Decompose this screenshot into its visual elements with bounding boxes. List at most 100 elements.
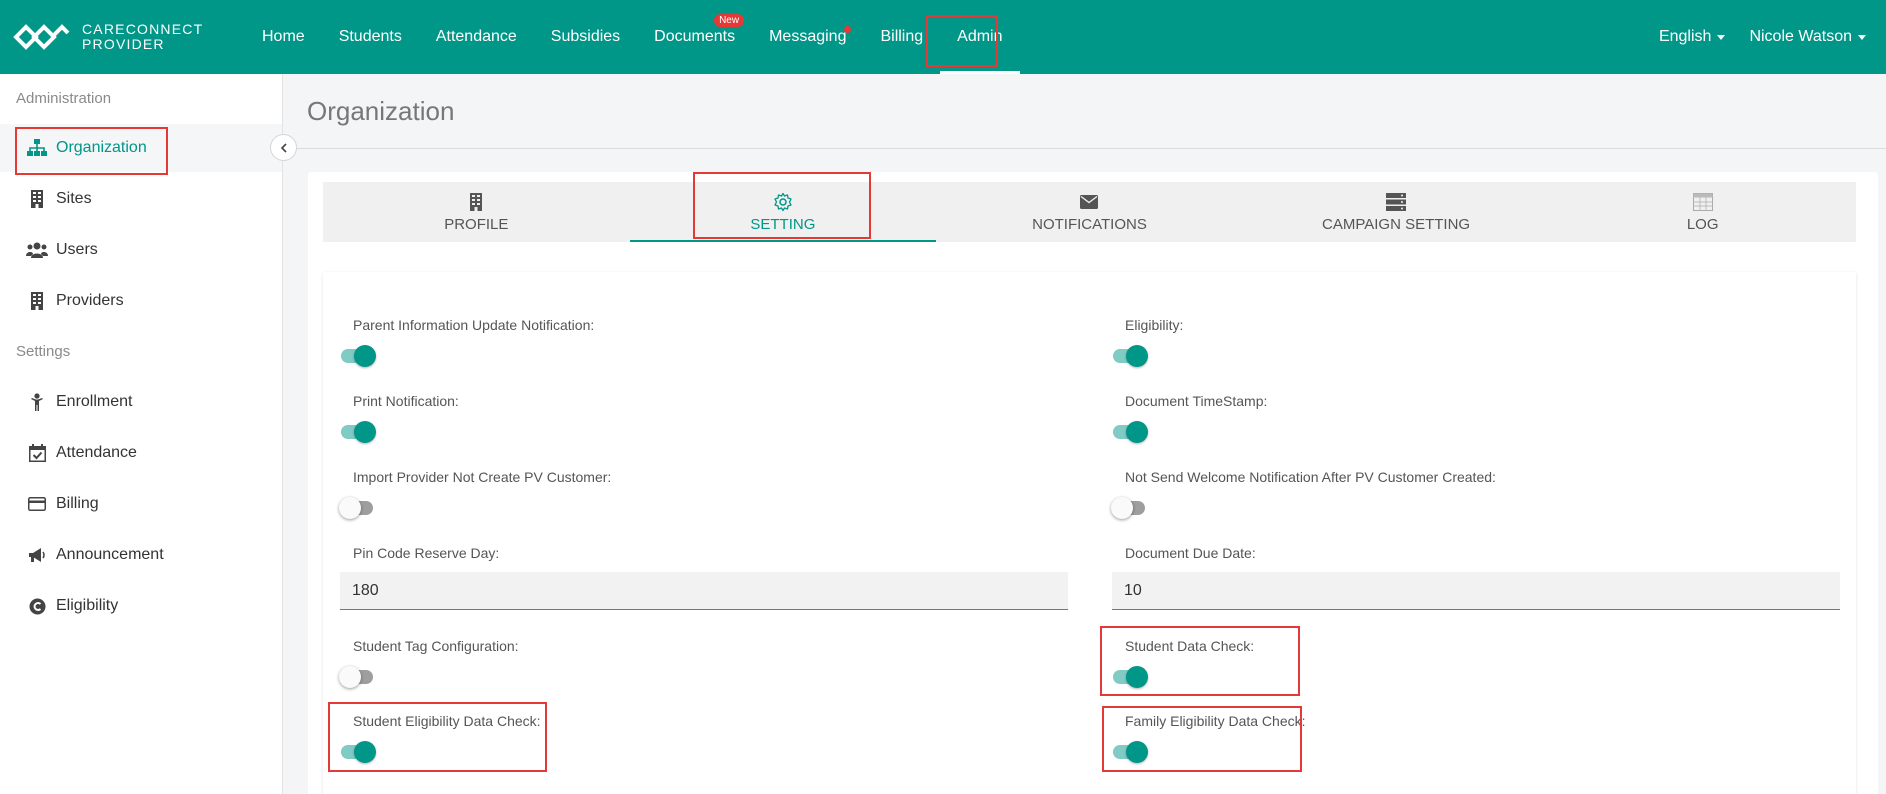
sidebar-item-label: Organization bbox=[56, 139, 147, 156]
family-eligibility-check-toggle[interactable] bbox=[1111, 739, 1151, 763]
sidebar-section-administration: Administration bbox=[16, 90, 112, 107]
toggle-knob bbox=[354, 741, 376, 763]
brand-line1: CARECONNECT bbox=[82, 21, 204, 37]
toggle-knob bbox=[1126, 345, 1148, 367]
nav-right: English Nicole Watson bbox=[1647, 0, 1878, 74]
settings-card bbox=[323, 272, 1856, 794]
document-timestamp-label: Document TimeStamp: bbox=[1125, 393, 1268, 409]
building-icon bbox=[26, 189, 48, 209]
parent-info-update-toggle[interactable] bbox=[339, 343, 379, 367]
toggle-knob bbox=[354, 345, 376, 367]
sidebar-item-eligibility[interactable]: Eligibility bbox=[0, 582, 282, 630]
nav-messaging[interactable]: Messaging bbox=[752, 0, 863, 74]
not-send-welcome-toggle[interactable] bbox=[1111, 495, 1151, 519]
family-eligibility-check-label: Family Eligibility Data Check: bbox=[1125, 713, 1306, 729]
tab-log[interactable]: LOG bbox=[1549, 182, 1856, 242]
sidebar-item-billing[interactable]: Billing bbox=[0, 480, 282, 528]
careconnect-logo-icon bbox=[13, 24, 70, 50]
org-tabs: PROFILE SETTING NOTIFICATIONS CAMPAIGN S… bbox=[323, 182, 1856, 242]
collapse-sidebar-button[interactable] bbox=[270, 134, 297, 161]
page-title: Organization bbox=[307, 96, 455, 126]
import-provider-label: Import Provider Not Create PV Customer: bbox=[353, 469, 612, 485]
caret-down-icon bbox=[1858, 34, 1866, 40]
copyright-icon bbox=[26, 596, 48, 616]
toggle-knob bbox=[1126, 666, 1148, 688]
users-icon bbox=[26, 240, 48, 260]
title-divider bbox=[296, 148, 1886, 149]
student-tag-config-label: Student Tag Configuration: bbox=[353, 638, 519, 654]
tab-notifications[interactable]: NOTIFICATIONS bbox=[936, 182, 1243, 242]
tab-label: PROFILE bbox=[444, 215, 509, 233]
user-name: Nicole Watson bbox=[1749, 28, 1852, 45]
document-due-date-input[interactable]: 10 bbox=[1112, 572, 1840, 610]
student-data-check-label: Student Data Check: bbox=[1125, 638, 1255, 654]
sidebar-item-announcement[interactable]: Announcement bbox=[0, 531, 282, 579]
sidebar-section-settings: Settings bbox=[16, 343, 71, 360]
toggle-knob bbox=[1126, 741, 1148, 763]
tab-profile[interactable]: PROFILE bbox=[323, 182, 630, 242]
sidebar-item-users[interactable]: Users bbox=[0, 226, 282, 274]
server-icon bbox=[1386, 192, 1407, 212]
language-dropdown[interactable]: English bbox=[1647, 0, 1737, 74]
print-notification-toggle[interactable] bbox=[339, 419, 379, 443]
nav-subsidies[interactable]: Subsidies bbox=[534, 0, 637, 74]
nav-students-label: Students bbox=[338, 28, 402, 45]
student-eligibility-check-toggle[interactable] bbox=[339, 739, 379, 763]
unread-dot-icon bbox=[844, 26, 852, 33]
document-timestamp-toggle[interactable] bbox=[1111, 419, 1151, 443]
user-menu[interactable]: Nicole Watson bbox=[1737, 0, 1878, 74]
nav-billing-label: Billing bbox=[880, 28, 924, 45]
main-nav: Home Students Attendance Subsidies Docum… bbox=[245, 0, 1020, 74]
parent-info-update-label: Parent Information Update Notification: bbox=[353, 317, 595, 333]
tab-setting[interactable]: SETTING bbox=[629, 182, 937, 242]
eligibility-label: Eligibility: bbox=[1125, 317, 1184, 333]
language-label: English bbox=[1658, 28, 1712, 45]
brand-logo[interactable]: CARECONNECT PROVIDER bbox=[12, 22, 203, 52]
nav-home[interactable]: Home bbox=[245, 0, 322, 74]
pin-code-reserve-day-label: Pin Code Reserve Day: bbox=[353, 545, 500, 561]
brand-line2: PROVIDER bbox=[82, 36, 165, 52]
not-send-welcome-label: Not Send Welcome Notification After PV C… bbox=[1125, 469, 1496, 485]
sidebar-item-sites[interactable]: Sites bbox=[0, 175, 282, 223]
tab-campaign-setting[interactable]: CAMPAIGN SETTING bbox=[1243, 182, 1550, 242]
sidebar-item-organization[interactable]: Organization bbox=[0, 124, 282, 172]
student-tag-config-toggle[interactable] bbox=[339, 664, 379, 688]
new-badge: New bbox=[714, 14, 745, 27]
nav-documents[interactable]: Documents New bbox=[637, 0, 752, 74]
caret-down-icon bbox=[1717, 34, 1726, 40]
sidebar-item-label: Eligibility bbox=[56, 597, 119, 614]
sidebar-item-label: Attendance bbox=[56, 444, 137, 461]
document-due-date-label: Document Due Date: bbox=[1125, 545, 1256, 561]
tab-label: SETTING bbox=[750, 215, 816, 233]
nav-documents-label: Documents bbox=[654, 28, 736, 45]
toggle-knob bbox=[1111, 497, 1133, 519]
student-eligibility-check-label: Student Eligibility Data Check: bbox=[353, 713, 541, 729]
nav-admin[interactable]: Admin bbox=[940, 0, 1020, 74]
nav-attendance[interactable]: Attendance bbox=[419, 0, 534, 74]
import-provider-toggle[interactable] bbox=[339, 495, 379, 519]
sidebar-item-label: Billing bbox=[56, 495, 99, 512]
megaphone-icon bbox=[26, 545, 48, 565]
table-icon bbox=[1692, 192, 1713, 212]
print-notification-label: Print Notification: bbox=[353, 393, 459, 409]
student-data-check-toggle[interactable] bbox=[1111, 664, 1151, 688]
sidebar-item-label: Users bbox=[56, 241, 98, 258]
sidebar-item-enrollment[interactable]: Enrollment bbox=[0, 378, 282, 426]
nav-attendance-label: Attendance bbox=[435, 28, 517, 45]
nav-billing[interactable]: Billing bbox=[863, 0, 940, 74]
building-icon bbox=[469, 192, 483, 212]
credit-card-icon bbox=[26, 494, 48, 514]
sidebar-item-attendance[interactable]: Attendance bbox=[0, 429, 282, 477]
brand-text: CARECONNECT PROVIDER bbox=[82, 22, 203, 52]
eligibility-toggle[interactable] bbox=[1111, 343, 1151, 367]
sidebar-item-providers[interactable]: Providers bbox=[0, 277, 282, 325]
sidebar-item-label: Sites bbox=[56, 190, 92, 207]
nav-students[interactable]: Students bbox=[322, 0, 419, 74]
tab-label: LOG bbox=[1686, 215, 1719, 233]
top-navbar: CARECONNECT PROVIDER Home Students Atten… bbox=[0, 0, 1886, 74]
tab-label: NOTIFICATIONS bbox=[1032, 215, 1147, 233]
pin-code-reserve-day-input[interactable]: 180 bbox=[340, 572, 1068, 610]
sidebar-item-label: Enrollment bbox=[56, 393, 133, 410]
calendar-check-icon bbox=[26, 443, 48, 463]
sitemap-icon bbox=[26, 138, 48, 158]
